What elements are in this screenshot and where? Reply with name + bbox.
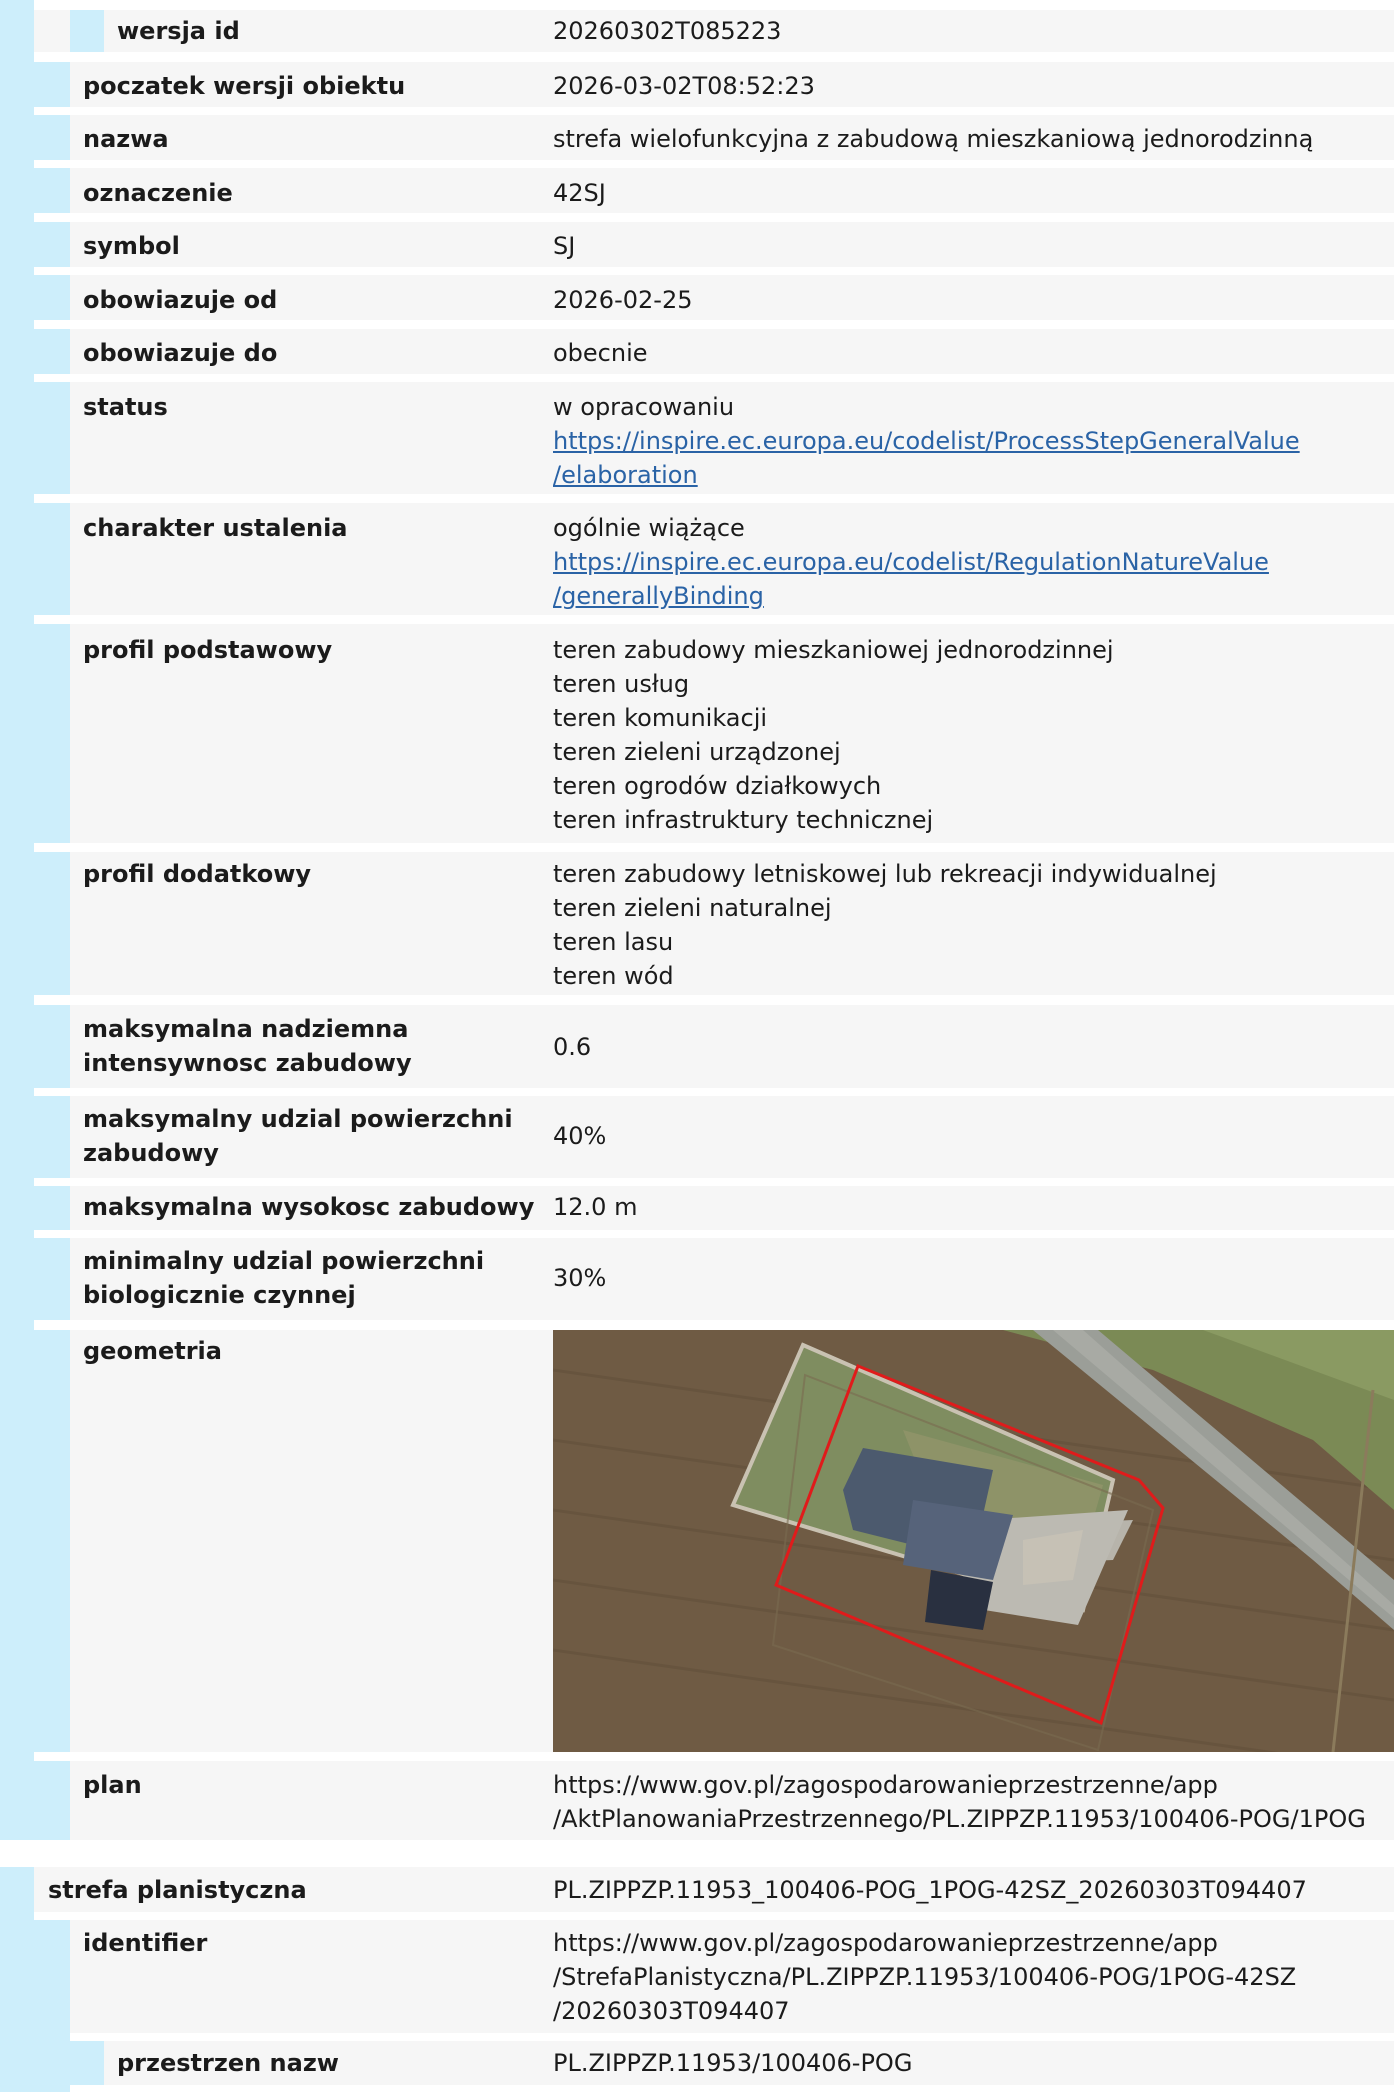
plan-value: https://www.gov.pl/zagospodarowanieprzes… bbox=[553, 1768, 1383, 1836]
attr-label: profil dodatkowy bbox=[83, 860, 312, 888]
row-accent bbox=[34, 329, 70, 374]
attr-value: 2026-03-02T08:52:23 bbox=[553, 72, 815, 100]
attr-label: przestrzen nazw bbox=[117, 2049, 339, 2077]
attr-label-line: zabudowy bbox=[83, 1139, 219, 1167]
status-value: w opracowaniu https://inspire.ec.europa.… bbox=[553, 390, 1383, 492]
attr-value: 0.6 bbox=[553, 1033, 592, 1061]
charakter-value: ogólnie wiążące https://inspire.ec.europ… bbox=[553, 511, 1383, 613]
attr-label: obowiazuje do bbox=[83, 339, 278, 367]
attr-label: nazwa bbox=[83, 125, 169, 153]
list-item: teren wód bbox=[553, 962, 674, 990]
attr-label-line: intensywnosc zabudowy bbox=[83, 1049, 412, 1077]
row-accent bbox=[34, 1238, 70, 1320]
list-item: teren ogrodów działkowych bbox=[553, 772, 882, 800]
attr-label: plan bbox=[83, 1771, 142, 1799]
block2-accent bbox=[0, 1867, 34, 2092]
attr-value: 2026-02-25 bbox=[553, 286, 693, 314]
list-item: teren usług bbox=[553, 670, 690, 698]
status-codelist-link[interactable]: https://inspire.ec.europa.eu/codelist/Pr… bbox=[553, 424, 1383, 458]
list-item: teren zabudowy letniskowej lub rekreacji… bbox=[553, 860, 1217, 888]
row-accent bbox=[34, 503, 70, 615]
attr-value: 30% bbox=[553, 1264, 607, 1292]
row-accent bbox=[34, 382, 70, 494]
attr-value: 42SJ bbox=[553, 179, 606, 207]
identifier-line: https://www.gov.pl/zagospodarowanieprzes… bbox=[553, 1929, 1218, 1957]
status-text: w opracowaniu bbox=[553, 393, 735, 421]
attr-value: SJ bbox=[553, 232, 576, 260]
list-item: teren infrastruktury technicznej bbox=[553, 806, 934, 834]
attr-label: wersja id bbox=[117, 17, 240, 45]
row-accent bbox=[34, 1330, 70, 1752]
row-accent bbox=[34, 1096, 70, 1178]
list-item: teren lasu bbox=[553, 928, 674, 956]
identifier-line: /StrefaPlanistyczna/PL.ZIPPZP.11953/1004… bbox=[553, 1963, 1297, 1991]
attr-label-line: biologicznie czynnej bbox=[83, 1281, 356, 1309]
block1-accent-strip bbox=[0, 0, 34, 1840]
attr-label: oznaczenie bbox=[83, 179, 233, 207]
nested-accent bbox=[70, 2041, 104, 2085]
section-value: PL.ZIPPZP.11953_100406-POG_1POG-42SZ_202… bbox=[553, 1876, 1307, 1904]
attr-label-multiline: maksymalna nadziemna intensywnosc zabudo… bbox=[83, 1012, 412, 1080]
attr-label-multiline: minimalny udzial powierzchni biologiczni… bbox=[83, 1244, 484, 1312]
attr-label: status bbox=[83, 393, 168, 421]
nested-accent bbox=[70, 10, 104, 52]
attr-label: maksymalna wysokosc zabudowy bbox=[83, 1193, 535, 1221]
identifier-line: /20260303T094407 bbox=[553, 1997, 790, 2025]
row-accent bbox=[34, 62, 70, 107]
attr-label-multiline: maksymalny udzial powierzchni zabudowy bbox=[83, 1102, 513, 1170]
row-accent bbox=[34, 1920, 70, 2092]
row-accent bbox=[34, 115, 70, 160]
attr-value: strefa wielofunkcyjna z zabudową mieszka… bbox=[553, 125, 1314, 153]
attr-label: identifier bbox=[83, 1929, 208, 1957]
identifier-value: https://www.gov.pl/zagospodarowanieprzes… bbox=[553, 1926, 1383, 2028]
charakter-text: ogólnie wiążące bbox=[553, 514, 745, 542]
list-item: teren zabudowy mieszkaniowej jednorodzin… bbox=[553, 636, 1114, 664]
row-accent bbox=[34, 168, 70, 213]
list-item: teren zieleni naturalnej bbox=[553, 894, 832, 922]
row-accent bbox=[34, 624, 70, 843]
attr-value: 20260302T085223 bbox=[553, 17, 782, 45]
attr-label: charakter ustalenia bbox=[83, 514, 348, 542]
attr-label: obowiazuje od bbox=[83, 286, 278, 314]
row-accent bbox=[34, 1186, 70, 1230]
row-accent bbox=[34, 1005, 70, 1088]
attr-label: poczatek wersji obiektu bbox=[83, 72, 406, 100]
list-item: teren zieleni urządzonej bbox=[553, 738, 841, 766]
charakter-codelist-link[interactable]: https://inspire.ec.europa.eu/codelist/Re… bbox=[553, 545, 1383, 579]
attr-label: symbol bbox=[83, 232, 180, 260]
attr-label-line: maksymalny udzial powierzchni bbox=[83, 1105, 513, 1133]
status-codelist-link-cont[interactable]: /elaboration bbox=[553, 458, 1383, 492]
plan-url-line: /AktPlanowaniaPrzestrzennego/PL.ZIPPZP.1… bbox=[553, 1805, 1366, 1833]
attr-label: geometria bbox=[83, 1337, 222, 1365]
section-label: strefa planistyczna bbox=[48, 1876, 307, 1904]
row-accent bbox=[34, 275, 70, 320]
attr-value: 12.0 m bbox=[553, 1193, 638, 1221]
aerial-photo bbox=[553, 1330, 1394, 1752]
row-accent bbox=[34, 222, 70, 267]
geometry-map-image[interactable] bbox=[553, 1330, 1394, 1752]
attr-value: obecnie bbox=[553, 339, 648, 367]
attr-label-line: minimalny udzial powierzchni bbox=[83, 1247, 485, 1275]
charakter-codelist-link-cont[interactable]: /generallyBinding bbox=[553, 579, 1383, 613]
list-item: teren komunikacji bbox=[553, 704, 768, 732]
profil-podstawowy-list: teren zabudowy mieszkaniowej jednorodzin… bbox=[553, 633, 1383, 837]
row-accent bbox=[34, 1761, 70, 1840]
attr-value: 40% bbox=[553, 1122, 607, 1150]
attr-label: profil podstawowy bbox=[83, 636, 333, 664]
plan-url-line: https://www.gov.pl/zagospodarowanieprzes… bbox=[553, 1771, 1218, 1799]
attr-value: PL.ZIPPZP.11953/100406-POG bbox=[553, 2049, 913, 2077]
attr-label-line: maksymalna nadziemna bbox=[83, 1015, 409, 1043]
profil-dodatkowy-list: teren zabudowy letniskowej lub rekreacji… bbox=[553, 857, 1383, 993]
row-accent bbox=[34, 852, 70, 995]
